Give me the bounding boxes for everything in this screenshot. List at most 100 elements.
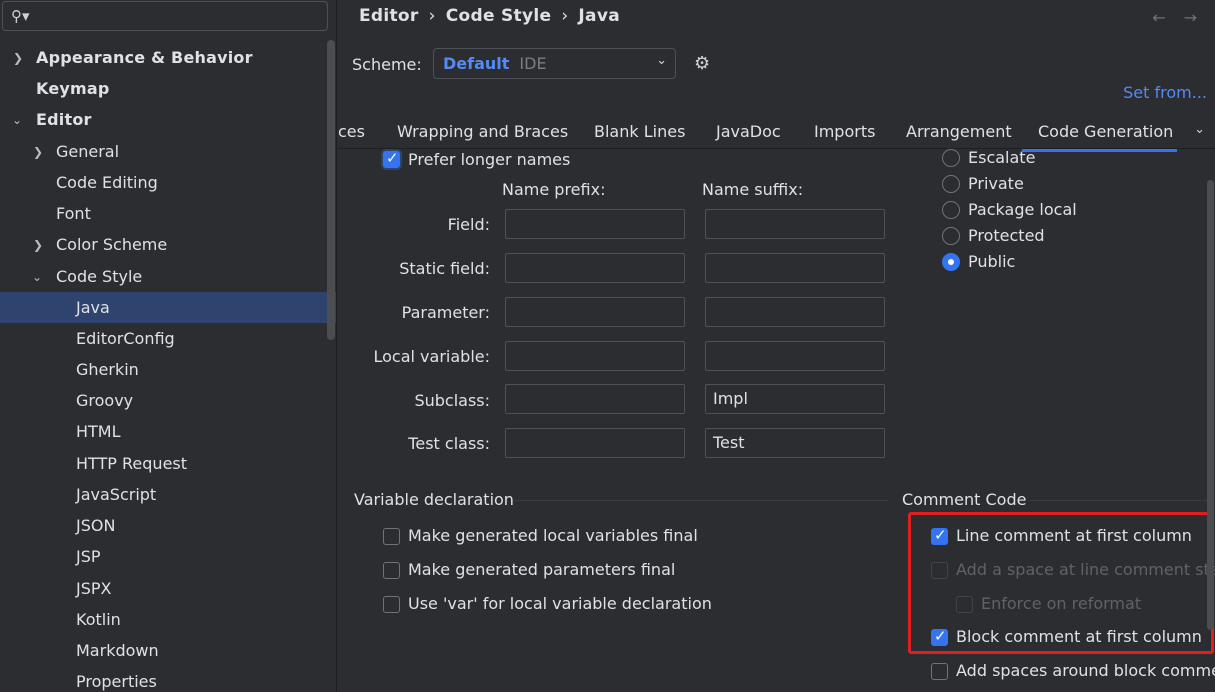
sidebar-item-label: Java	[76, 298, 110, 317]
visibility-protected-label: Protected	[968, 226, 1045, 245]
sidebar-scrollbar[interactable]	[327, 40, 335, 340]
use-var-checkbox[interactable]	[383, 596, 400, 613]
forward-arrow-icon[interactable]: →	[1184, 8, 1197, 27]
chevron-right-icon: ❯	[33, 237, 44, 252]
final-local-variables-checkbox[interactable]	[383, 528, 400, 545]
test-class-suffix-input[interactable]: Test	[705, 428, 885, 458]
subclass-suffix-input[interactable]: Impl	[705, 384, 885, 414]
tab-code-generation[interactable]: Code Generation	[1021, 122, 1178, 152]
tab-javadoc[interactable]: JavaDoc	[716, 122, 781, 141]
sidebar-item-label: Groovy	[76, 391, 134, 410]
code-generation-content: Prefer longer names Name prefix: Name su…	[338, 148, 1215, 692]
sidebar-item-label: Kotlin	[76, 610, 121, 629]
sidebar-item-general[interactable]: ❯ General	[0, 136, 336, 167]
visibility-protected-radio[interactable]	[942, 227, 960, 245]
sidebar-item-groovy[interactable]: Groovy	[0, 385, 336, 416]
sidebar-item-editor[interactable]: ⌄ Editor	[0, 104, 336, 135]
visibility-private-label: Private	[968, 174, 1024, 193]
sidebar-item-label: General	[56, 142, 120, 161]
visibility-private-radio[interactable]	[942, 175, 960, 193]
chevron-right-icon: ❯	[13, 50, 24, 65]
sidebar-item-markdown[interactable]: Markdown	[0, 635, 336, 666]
visibility-public-label: Public	[968, 252, 1016, 271]
sidebar-item-jsp[interactable]: JSP	[0, 541, 336, 572]
add-spaces-block-comment-checkbox[interactable]	[931, 663, 948, 680]
local-variable-suffix-input[interactable]	[705, 341, 885, 371]
sidebar-item-label: Appearance & Behavior	[36, 48, 253, 67]
static-field-label: Static field:	[399, 259, 490, 278]
chevron-down-icon[interactable]: ⌄	[1194, 122, 1205, 137]
test-class-prefix-input[interactable]	[505, 428, 685, 458]
sidebar-item-javascript[interactable]: JavaScript	[0, 479, 336, 510]
section-divider	[514, 500, 888, 501]
final-parameters-checkbox[interactable]	[383, 562, 400, 579]
sidebar-item-label: Gherkin	[76, 360, 139, 379]
sidebar-item-code-style[interactable]: ⌄ Code Style	[0, 261, 336, 292]
breadcrumb-code-style[interactable]: Code Style	[446, 6, 552, 26]
sidebar-item-label: HTTP Request	[76, 454, 188, 473]
tab-imports[interactable]: Imports	[814, 122, 875, 141]
tab-wrapping-and-braces[interactable]: Wrapping and Braces	[397, 122, 568, 141]
sidebar-item-kotlin[interactable]: Kotlin	[0, 604, 336, 635]
scheme-dropdown[interactable]: Default IDE ⌄	[433, 48, 676, 79]
visibility-package-local-radio[interactable]	[942, 201, 960, 219]
scheme-value: Default	[443, 54, 510, 73]
sidebar-item-label: Keymap	[36, 79, 110, 98]
sidebar-item-code-editing[interactable]: Code Editing	[0, 167, 336, 198]
sidebar-item-editorconfig[interactable]: EditorConfig	[0, 323, 336, 354]
settings-search-input[interactable]: ⚲▾	[2, 1, 328, 31]
local-variable-label: Local variable:	[373, 347, 491, 366]
back-arrow-icon[interactable]: ←	[1152, 8, 1165, 27]
static-field-suffix-input[interactable]	[705, 253, 885, 283]
scheme-scope: IDE	[519, 54, 547, 73]
add-spaces-block-comment-label: Add spaces around block comme	[956, 661, 1215, 680]
sidebar-item-java[interactable]: Java	[0, 292, 336, 323]
sidebar-item-json[interactable]: JSON	[0, 510, 336, 541]
sidebar-item-label: Color Scheme	[56, 235, 168, 254]
parameter-suffix-input[interactable]	[705, 297, 885, 327]
local-variable-prefix-input[interactable]	[505, 341, 685, 371]
scheme-label: Scheme:	[352, 55, 422, 74]
sidebar-item-color-scheme[interactable]: ❯ Color Scheme	[0, 229, 336, 260]
tab-arrangement[interactable]: Arrangement	[906, 122, 1012, 141]
parameter-prefix-input[interactable]	[505, 297, 685, 327]
breadcrumb-editor[interactable]: Editor	[359, 6, 419, 26]
tab-blank-lines[interactable]: Blank Lines	[594, 122, 685, 141]
settings-sidebar: ⚲▾ ❯ Appearance & Behavior Keymap ⌄ Edit…	[0, 0, 337, 692]
name-suffix-header: Name suffix:	[702, 180, 804, 199]
field-label: Field:	[447, 215, 490, 234]
sidebar-item-label: JSP	[76, 547, 101, 566]
set-from-link[interactable]: Set from...	[1123, 83, 1207, 102]
content-scrollbar[interactable]	[1207, 180, 1214, 630]
sidebar-item-label: Font	[56, 204, 91, 223]
gear-icon[interactable]: ⚙	[694, 53, 710, 74]
visibility-escalate-radio[interactable]	[942, 149, 960, 167]
sidebar-item-gherkin[interactable]: Gherkin	[0, 354, 336, 385]
field-prefix-input[interactable]	[505, 209, 685, 239]
sidebar-item-label: Editor	[36, 110, 92, 129]
field-suffix-input[interactable]	[705, 209, 885, 239]
sidebar-item-appearance-behavior[interactable]: ❯ Appearance & Behavior	[0, 42, 336, 73]
sidebar-item-properties[interactable]: Properties	[0, 666, 336, 692]
sidebar-item-keymap[interactable]: Keymap	[0, 73, 336, 104]
prefer-longer-names-checkbox[interactable]	[383, 149, 400, 168]
final-parameters-label: Make generated parameters final	[408, 560, 676, 579]
tab-spaces[interactable]: ces	[338, 122, 365, 141]
sidebar-item-http-request[interactable]: HTTP Request	[0, 448, 336, 479]
parameter-label: Parameter:	[401, 303, 490, 322]
visibility-package-local-label: Package local	[968, 200, 1077, 219]
sidebar-item-jspx[interactable]: JSPX	[0, 573, 336, 604]
highlight-box	[908, 512, 1214, 654]
sidebar-item-html[interactable]: HTML	[0, 416, 336, 447]
subclass-prefix-input[interactable]	[505, 384, 685, 414]
variable-declaration-title: Variable declaration	[354, 490, 514, 509]
static-field-prefix-input[interactable]	[505, 253, 685, 283]
sidebar-item-label: Code Style	[56, 267, 143, 286]
visibility-public-radio[interactable]	[942, 253, 960, 271]
visibility-escalate-label: Escalate	[968, 148, 1036, 167]
chevron-down-icon: ⌄	[12, 112, 23, 127]
final-local-variables-label: Make generated local variables final	[408, 526, 698, 545]
sidebar-item-font[interactable]: Font	[0, 198, 336, 229]
subclass-label: Subclass:	[414, 391, 490, 410]
section-divider	[1030, 500, 1210, 501]
